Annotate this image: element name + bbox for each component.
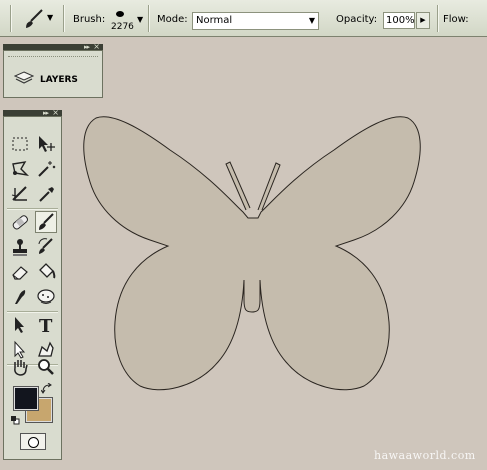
butterfly-outline	[83, 116, 421, 391]
watermark: hawaaworld.com	[374, 449, 476, 462]
butterfly-shape	[83, 116, 421, 391]
